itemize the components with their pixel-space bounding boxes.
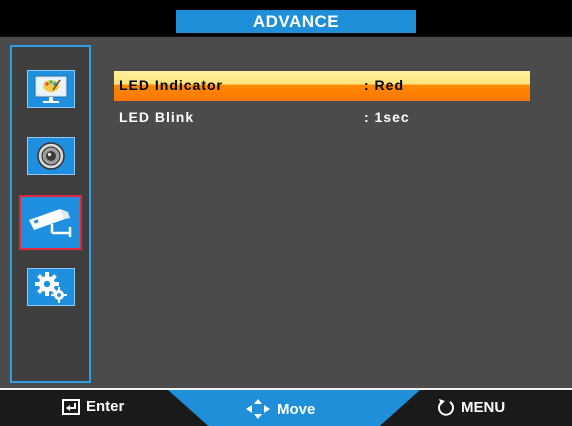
sidebar-item-picture[interactable] bbox=[27, 70, 75, 108]
speaker-icon bbox=[37, 142, 65, 170]
menu-row-label: LED Blink bbox=[119, 109, 195, 125]
osd-window: ADVANCE LED Indicator: Red LED Blink: … bbox=[0, 0, 572, 426]
enter-icon bbox=[62, 398, 80, 415]
move-label: Move bbox=[277, 400, 316, 418]
sidebar bbox=[10, 45, 91, 383]
page-title: ADVANCE bbox=[176, 10, 416, 33]
gears-icon bbox=[35, 272, 67, 303]
sidebar-item-audio[interactable] bbox=[27, 137, 75, 175]
menu-row-label: LED Indicator bbox=[119, 77, 224, 93]
sidebar-item-advance[interactable] bbox=[19, 195, 82, 250]
move-arrows-icon bbox=[246, 399, 270, 419]
menu-row-led-blink[interactable]: LED Blink : 1sec bbox=[114, 103, 530, 133]
enter-hint: Enter bbox=[62, 398, 124, 415]
menu-row-value: : 1sec bbox=[364, 109, 410, 125]
menu-label: MENU bbox=[461, 398, 506, 416]
move-hint: Move bbox=[245, 398, 315, 420]
menu-row-led-indicator[interactable]: LED Indicator : Red bbox=[114, 71, 530, 101]
main-panel: LED Indicator : Red LED Blink : 1sec bbox=[0, 36, 572, 388]
menu-row-value: : Red bbox=[364, 77, 404, 93]
return-icon bbox=[438, 399, 454, 416]
header-bar: ADVANCE bbox=[0, 0, 572, 36]
enter-label: Enter bbox=[86, 398, 125, 415]
footer-bar: Enter Move MENU bbox=[0, 388, 572, 426]
picture-icon bbox=[34, 75, 68, 103]
menu-content: LED Indicator : Red LED Blink : 1sec bbox=[96, 45, 562, 383]
security-camera-icon bbox=[28, 208, 71, 237]
menu-hint: MENU bbox=[437, 398, 505, 416]
sidebar-item-setup[interactable] bbox=[27, 268, 75, 306]
